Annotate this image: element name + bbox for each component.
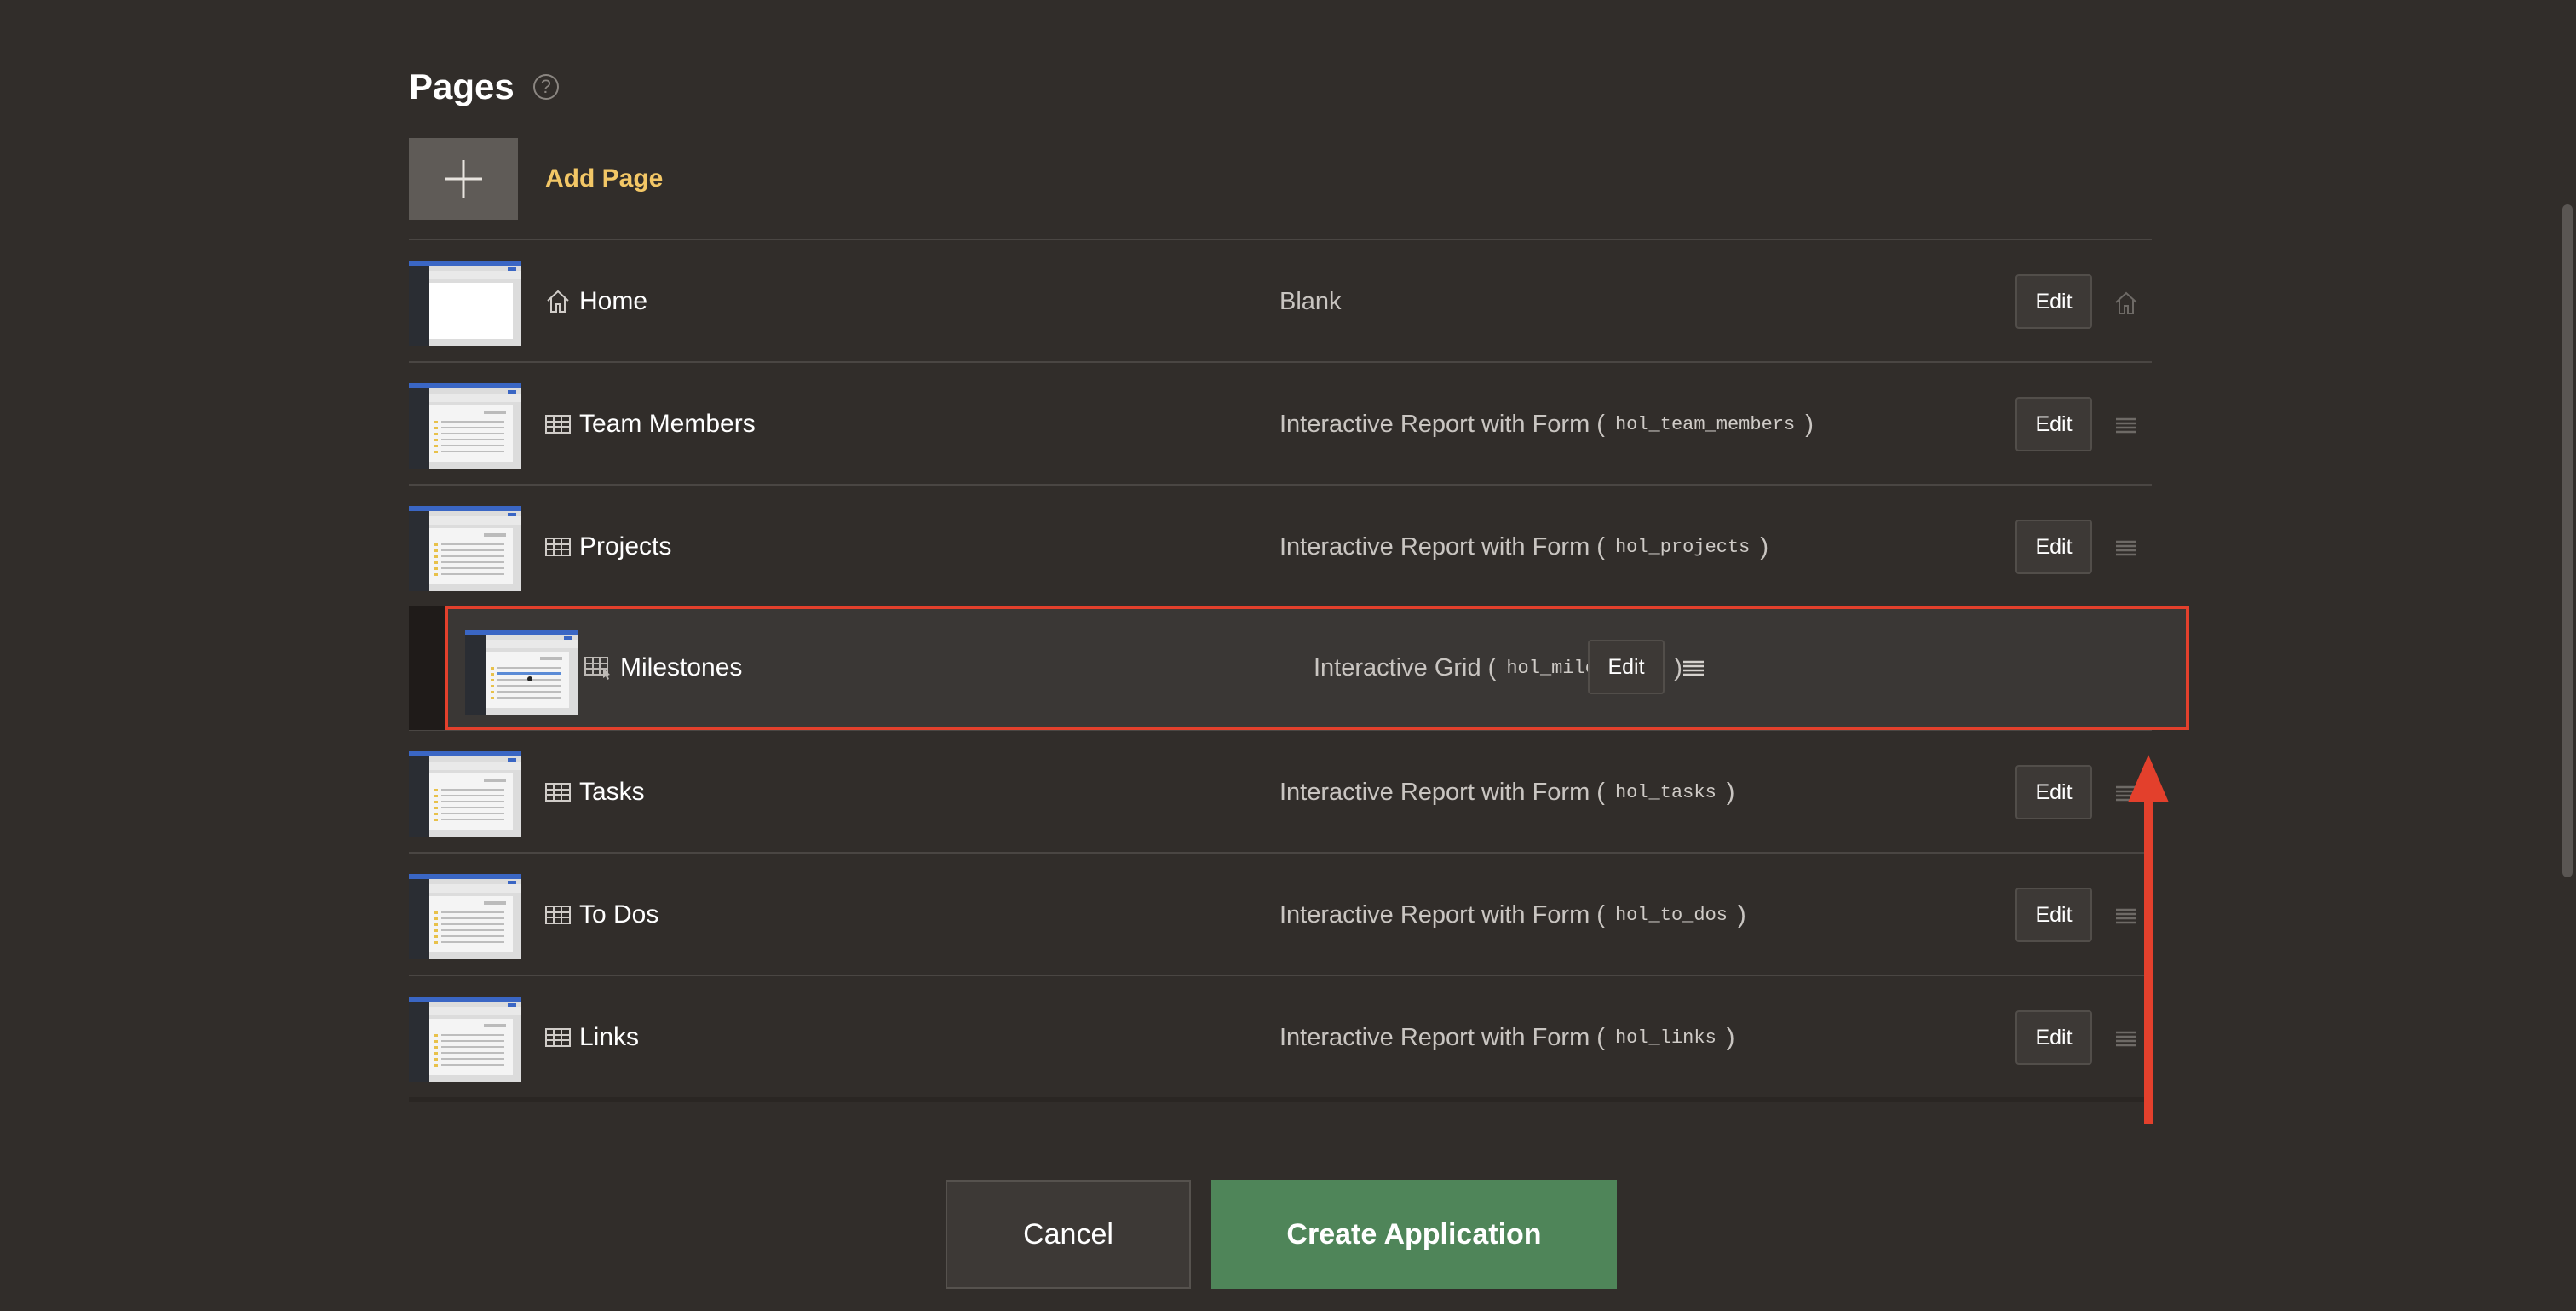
drag-handle-icon[interactable] [2113,412,2140,440]
edit-button[interactable]: Edit [1588,640,1665,694]
page-type: Blank [1279,287,1342,315]
page-thumbnail [409,997,521,1086]
page-row[interactable]: Home Blank Edit [409,239,2152,361]
page-thumbnail [409,506,521,595]
help-icon[interactable]: ? [532,74,559,100]
dragging-page-row[interactable]: Milestones Interactive Grid (hol_milesto… [409,606,2189,730]
page-type: Interactive Report with Form (hol_tasks) [1279,778,1735,806]
table-name: hol_links [1614,1026,1716,1049]
page-row[interactable]: Projects Interactive Report with Form (ho… [409,484,2152,607]
page-type: Interactive Report with Form (hol_links) [1279,1023,1735,1051]
report-icon [545,902,571,928]
page-row[interactable]: Team Members Interactive Report with Form… [409,361,2152,484]
edit-button[interactable]: Edit [2015,274,2092,329]
page-name: Home [579,287,648,315]
page-thumbnail [465,630,578,719]
page-thumbnail [409,261,521,350]
page-thumbnail [409,751,521,841]
table-name: hol_team_members [1614,413,1796,435]
page-name: To Dos [579,900,659,929]
page-row[interactable]: To Dos Interactive Report with Form (hol_… [409,852,2152,975]
report-icon [545,411,571,437]
dragged-row-highlight[interactable]: Milestones Interactive Grid (hol_milesto… [445,606,2189,730]
home-page-icon [2113,290,2140,317]
create-application-button[interactable]: Create Application [1211,1180,1617,1289]
page-title: Pages [409,66,515,106]
table-name: hol_to_dos [1614,904,1728,926]
add-page-label: Add Page [545,164,664,193]
page-name: Links [579,1023,640,1051]
edit-button[interactable]: Edit [2015,765,2092,819]
edit-button[interactable]: Edit [2015,520,2092,574]
edit-button[interactable]: Edit [2015,888,2092,942]
report-icon [545,534,571,560]
table-name: hol_projects [1614,536,1751,558]
up-arrow-annotation [2123,750,2174,1137]
page-row[interactable]: Tasks Interactive Report with Form (hol_t… [409,729,2152,852]
home-icon [545,289,571,314]
drag-handle-icon[interactable] [2113,535,2140,562]
grid-icon [584,655,613,681]
plus-icon [409,138,518,220]
page-type: Interactive Report with Form (hol_to_dos… [1279,900,1746,929]
page-type: Interactive Report with Form (hol_projec… [1279,532,1769,561]
report-icon [545,1025,571,1050]
page-row[interactable]: Links Interactive Report with Form (hol_l… [409,975,2152,1102]
cancel-button[interactable]: Cancel [946,1180,1191,1289]
scrollbar[interactable] [2562,204,2573,877]
page-thumbnail [409,383,521,473]
page-name: Milestones [620,653,743,681]
drag-placeholder [409,606,446,730]
pages-heading: Pages ? [409,66,559,107]
edit-button[interactable]: Edit [2015,397,2092,451]
edit-button[interactable]: Edit [2015,1010,2092,1065]
page-name: Tasks [579,778,645,806]
page-thumbnail [409,874,521,963]
page-name: Projects [579,532,672,561]
pages-section: Pages ? Add Page Home Blank Edit Team Membe… [409,0,2189,1311]
page-name: Team Members [579,410,756,438]
table-name: hol_tasks [1614,781,1716,803]
add-page-button[interactable]: Add Page [409,138,663,220]
report-icon [545,779,571,805]
drag-handle-icon[interactable] [1680,655,1707,682]
page-type: Interactive Report with Form (hol_team_m… [1279,410,1814,438]
